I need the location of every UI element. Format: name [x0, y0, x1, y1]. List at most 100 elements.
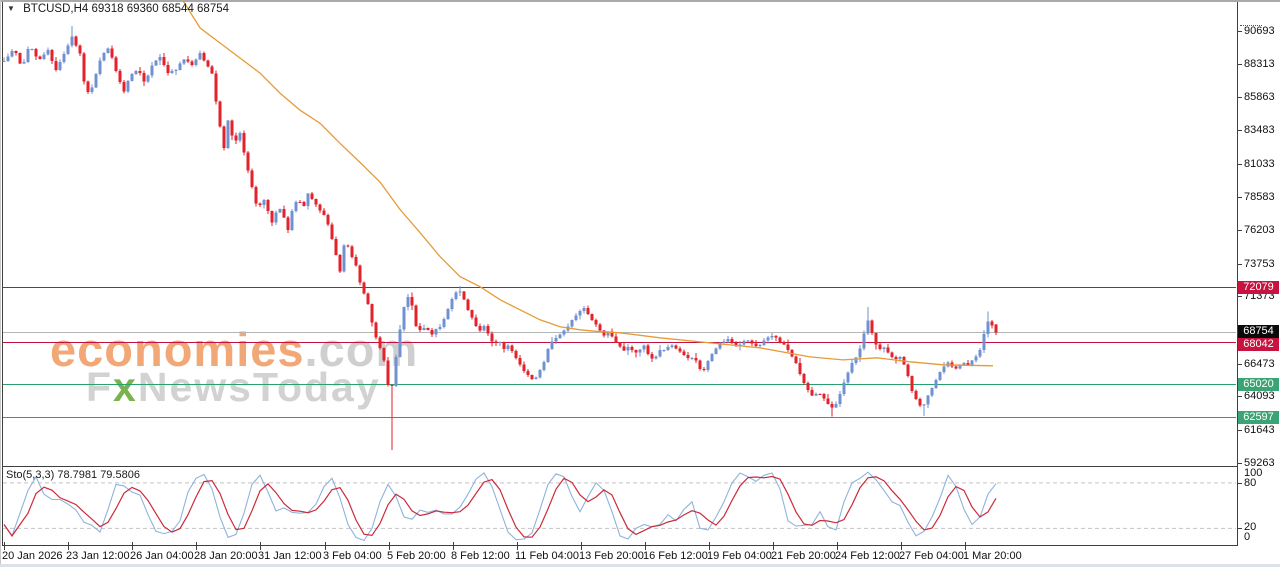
bull-candle: [835, 404, 838, 407]
bear-candle: [823, 394, 826, 399]
price-chart-canvas[interactable]: [0, 0, 1237, 466]
x-axis-label: 19 Feb 04:00: [707, 550, 772, 562]
indicator-values: 78.7981 79.5806: [57, 469, 140, 481]
bull-candle: [295, 202, 298, 211]
bear-candle: [803, 374, 806, 383]
bear-candle: [995, 325, 998, 333]
bear-candle: [615, 336, 618, 342]
bear-candle: [463, 291, 466, 299]
x-axis-label: 8 Feb 12:00: [451, 550, 510, 562]
bull-candle: [671, 346, 674, 347]
bear-candle: [431, 330, 434, 334]
bear-candle: [83, 54, 86, 82]
bull-candle: [27, 49, 30, 62]
bear-candle: [123, 82, 126, 91]
bear-candle: [807, 383, 810, 390]
bear-candle: [599, 324, 602, 330]
bear-candle: [775, 336, 778, 338]
sto-axis-label: 0: [1244, 531, 1250, 543]
bull-candle: [435, 329, 438, 334]
sto-axis-label: 80: [1244, 477, 1256, 489]
bear-candle: [591, 314, 594, 320]
price-tick: [1237, 164, 1242, 165]
bear-candle: [527, 371, 530, 375]
price-tick: [1237, 430, 1242, 431]
bear-candle: [751, 340, 754, 343]
bear-candle: [411, 297, 414, 306]
bear-candle: [163, 57, 166, 65]
bear-candle: [223, 127, 226, 148]
bull-candle: [7, 57, 10, 61]
bear-candle: [327, 215, 330, 225]
bull-candle: [423, 328, 426, 330]
bear-candle: [379, 338, 382, 348]
x-axis-tick: [68, 542, 69, 550]
bull-candle: [939, 372, 942, 380]
bear-candle: [231, 120, 234, 135]
bear-candle: [383, 348, 386, 361]
bull-candle: [935, 380, 938, 388]
bull-candle: [47, 50, 50, 54]
bear-candle: [487, 326, 490, 333]
bear-candle: [363, 283, 366, 294]
bear-candle: [339, 255, 342, 272]
bear-candle: [703, 369, 706, 370]
bear-candle: [235, 135, 238, 140]
bull-candle: [859, 349, 862, 358]
bull-candle: [979, 350, 982, 357]
x-axis-tick: [517, 542, 518, 550]
bear-candle: [695, 358, 698, 361]
bear-candle: [531, 375, 534, 379]
bull-candle: [91, 88, 94, 93]
bull-candle: [307, 194, 310, 206]
trading-chart-window: economies.com FxNewsToday ▼ BTCUSD,H4 69…: [0, 0, 1280, 567]
bull-candle: [927, 396, 930, 405]
x-axis-label: 26 Jan 04:00: [130, 550, 194, 562]
bear-candle: [111, 49, 114, 58]
x-axis-label: 31 Jan 12:00: [258, 550, 322, 562]
chart-frame-bottom: [2, 545, 1238, 546]
x-axis-label: 21 Feb 20:00: [771, 550, 836, 562]
bull-candle: [499, 342, 502, 343]
bull-candle: [155, 60, 158, 65]
bear-candle: [219, 102, 222, 127]
bull-candle: [67, 45, 70, 54]
x-axis-label: 1 Mar 20:00: [963, 550, 1022, 562]
bear-candle: [211, 67, 214, 74]
bull-candle: [539, 370, 542, 378]
bear-candle: [319, 205, 322, 211]
stochastic-canvas[interactable]: [0, 467, 1237, 545]
bull-candle: [159, 57, 162, 60]
bull-candle: [575, 315, 578, 320]
collapse-arrow-icon[interactable]: ▼: [7, 4, 15, 13]
bear-candle: [915, 391, 918, 399]
bear-candle: [647, 346, 650, 354]
bear-candle: [635, 350, 638, 353]
bear-candle: [811, 390, 814, 395]
bear-candle: [287, 218, 290, 230]
x-axis-label: 24 Feb 12:00: [835, 550, 900, 562]
level-badge: 72079: [1238, 281, 1279, 294]
bear-candle: [323, 211, 326, 215]
bull-candle: [151, 65, 154, 75]
bull-candle: [691, 358, 694, 359]
bear-candle: [255, 187, 258, 204]
bear-candle: [495, 342, 498, 343]
bull-candle: [175, 70, 178, 71]
bull-candle: [883, 348, 886, 349]
level-badge: 65020: [1238, 378, 1279, 391]
bear-candle: [731, 339, 734, 343]
bull-candle: [403, 307, 406, 330]
bull-candle: [983, 334, 986, 350]
bull-candle: [551, 341, 554, 349]
bear-candle: [391, 385, 394, 386]
x-axis-tick: [132, 542, 133, 550]
bear-candle: [503, 342, 506, 349]
x-axis-label: 27 Feb 04:00: [899, 550, 964, 562]
bear-candle: [631, 347, 634, 350]
bear-candle: [215, 73, 218, 101]
bull-candle: [227, 120, 230, 148]
price-tick-label: 61643: [1244, 424, 1275, 437]
bull-candle: [727, 339, 730, 342]
bull-candle: [707, 361, 710, 370]
